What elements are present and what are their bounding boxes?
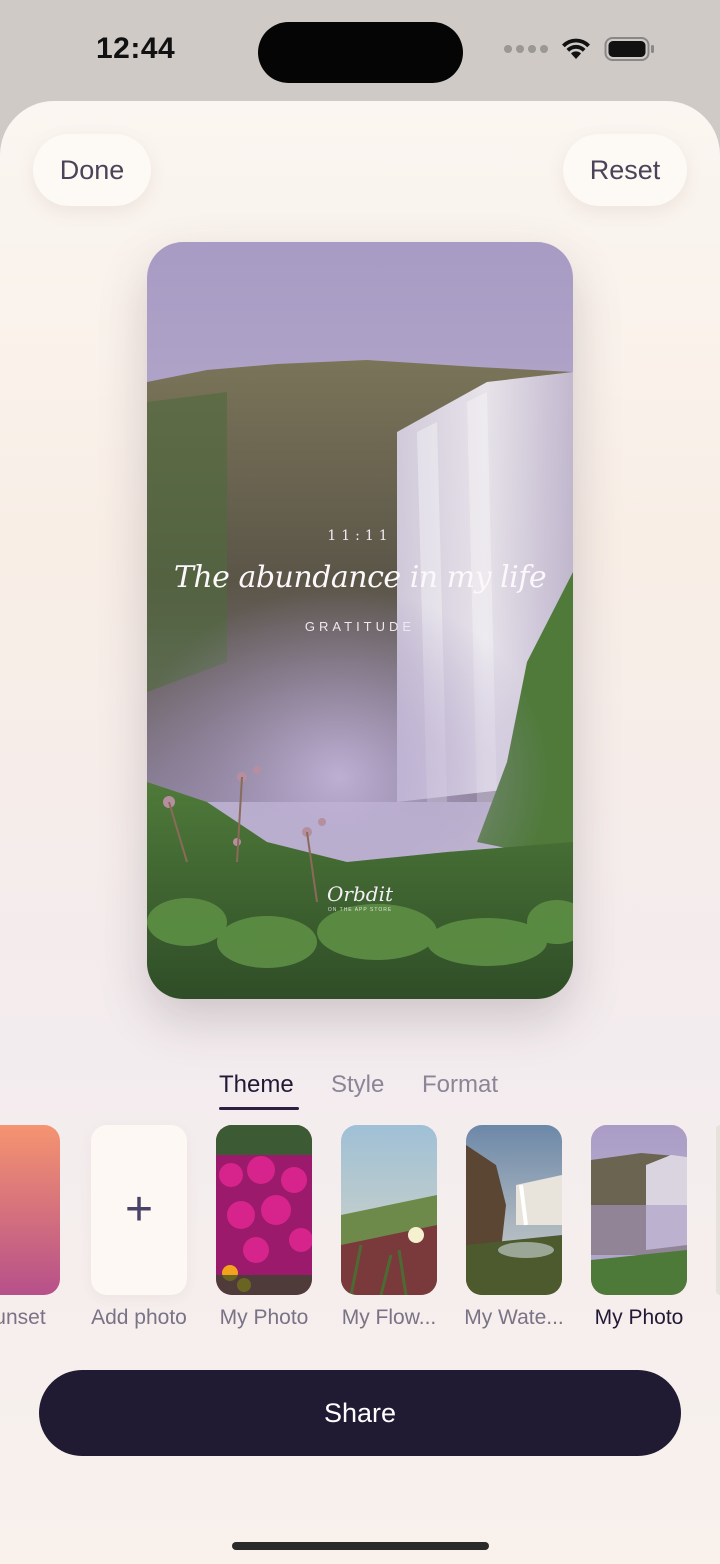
tab-format[interactable]: Format <box>422 1071 498 1099</box>
plus-icon: + <box>124 1183 154 1236</box>
home-indicator <box>232 1542 489 1550</box>
waterfall-purple-photo <box>591 1125 687 1295</box>
preview-logo: Orbdit <box>327 882 393 906</box>
cellular-dots-icon <box>504 45 548 53</box>
theme-carousel[interactable]: Sunset + Add photo My Photo <box>0 1125 720 1335</box>
theme-label-my-photo: My Photo <box>219 1306 309 1329</box>
preview-quote: The abundance in my life <box>173 560 547 595</box>
theme-thumb-next[interactable] <box>716 1125 720 1295</box>
flowers-photo <box>216 1125 312 1295</box>
theme-label-my-photo-selected: My Photo <box>594 1306 684 1329</box>
theme-thumb-my-photo-flowers[interactable] <box>216 1125 312 1295</box>
status-time: 12:44 <box>96 32 176 65</box>
theme-label-sunset: Sunset <box>0 1306 46 1329</box>
theme-thumb-sunset[interactable] <box>0 1125 60 1295</box>
theme-thumb-my-photo-selected[interactable] <box>591 1125 687 1295</box>
editor-sheet: Done Reset 11:11 The abundance in my lif… <box>0 101 720 1564</box>
tab-active-indicator <box>219 1107 299 1110</box>
status-bar: 12:44 <box>0 0 720 100</box>
editor-tabs: Theme Style Format <box>0 1071 720 1115</box>
theme-label-add-photo: Add photo <box>91 1306 187 1329</box>
add-photo-tile[interactable]: + <box>91 1125 187 1295</box>
theme-thumb-my-waterfall[interactable] <box>466 1125 562 1295</box>
battery-icon <box>604 37 654 61</box>
theme-label-my-flowers: My Flow... <box>341 1306 437 1329</box>
wallpaper-preview[interactable]: 11:11 The abundance in my life GRATITUDE… <box>147 242 573 999</box>
wifi-icon <box>562 38 590 59</box>
preview-category: GRATITUDE <box>304 619 416 634</box>
done-button[interactable]: Done <box>33 134 151 206</box>
theme-thumb-my-flowers[interactable] <box>341 1125 437 1295</box>
dynamic-island <box>258 22 463 83</box>
iceplant-photo <box>341 1125 437 1295</box>
theme-label-my-waterfall: My Wate... <box>464 1306 564 1329</box>
waterfall-photo <box>466 1125 562 1295</box>
preview-time: 11:11 <box>327 528 393 544</box>
preview-logo-subtitle: ON THE APP STORE <box>327 907 393 913</box>
share-button[interactable]: Share <box>39 1370 681 1456</box>
sunset-gradient <box>0 1125 60 1295</box>
tab-style[interactable]: Style <box>331 1071 384 1099</box>
reset-button[interactable]: Reset <box>563 134 687 206</box>
status-icons <box>504 36 656 62</box>
tab-theme[interactable]: Theme <box>219 1071 294 1099</box>
